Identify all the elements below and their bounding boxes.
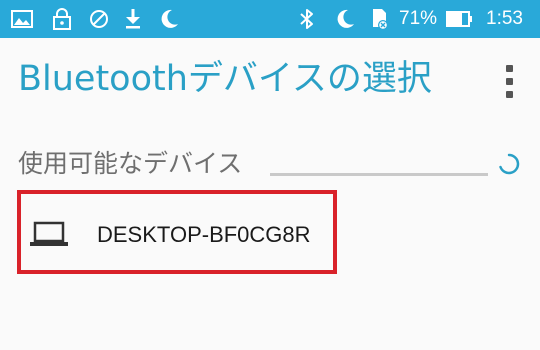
app-bar: Bluetoothデバイスの選択	[0, 38, 540, 122]
moon-icon	[337, 9, 354, 28]
page-title: Bluetoothデバイスの選択	[18, 59, 432, 99]
available-devices-header: 使用可能なデバイス	[0, 142, 540, 182]
status-bar: 71% 1:53	[0, 0, 540, 38]
more-vertical-icon[interactable]	[500, 62, 520, 102]
laptop-icon	[30, 221, 68, 246]
download-icon	[126, 9, 140, 29]
bluetooth-icon	[300, 9, 313, 29]
sd-card-error-icon	[373, 9, 388, 30]
battery-icon	[446, 11, 472, 27]
lock-icon	[53, 8, 71, 30]
section-divider	[270, 173, 488, 176]
clock: 1:53	[486, 8, 523, 29]
section-title: 使用可能なデバイス	[18, 149, 243, 178]
device-list-item[interactable]: DESKTOP-BF0CG8R	[17, 190, 337, 274]
image-icon	[11, 10, 33, 28]
loading-spinner-icon	[499, 153, 520, 175]
blocked-icon	[90, 10, 108, 28]
moon-icon	[161, 9, 178, 28]
battery-percentage: 71%	[399, 8, 438, 29]
device-name: DESKTOP-BF0CG8R	[97, 222, 311, 247]
